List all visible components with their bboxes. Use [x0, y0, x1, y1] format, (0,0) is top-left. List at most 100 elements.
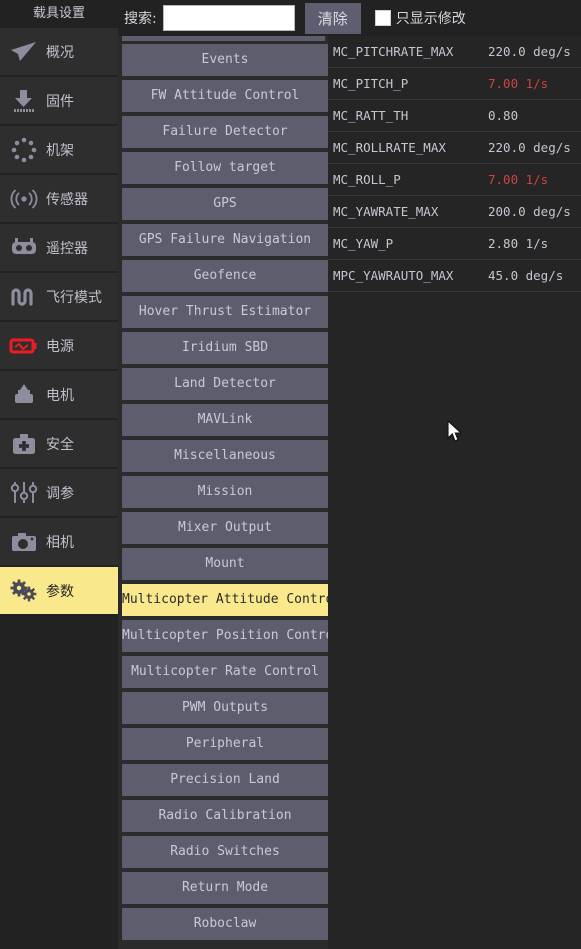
sidebar-item-label: 电机	[46, 387, 74, 404]
parameter-name: MC_PITCHRATE_MAX	[333, 44, 454, 59]
sidebar-item-label: 传感器	[46, 191, 88, 208]
parameter-row[interactable]: MC_YAWRATE_MAX 200.0 deg/s	[328, 196, 581, 228]
sidebar-item-2[interactable]: 固件	[0, 77, 118, 124]
flightmode-icon	[6, 280, 42, 314]
search-input[interactable]	[162, 5, 295, 31]
parameter-row[interactable]: MC_ROLL_P 7.00 1/s	[328, 164, 581, 196]
parameter-group-item[interactable]: Geofence	[122, 260, 328, 292]
motor-icon	[15, 383, 33, 403]
sidebar-item-4[interactable]: 传感器	[0, 175, 118, 222]
gears-icon	[6, 574, 42, 608]
flightmode-icon	[11, 287, 33, 306]
parameter-row[interactable]: MC_YAW_P 2.80 1/s	[328, 228, 581, 260]
camera-icon	[6, 525, 42, 559]
parameter-name: MPC_YAWRAUTO_MAX	[333, 268, 454, 283]
sidebar-item-7[interactable]: 电源	[0, 322, 118, 369]
parameter-row[interactable]: MC_RATT_TH 0.80	[328, 100, 581, 132]
show-modified-checkbox-group[interactable]: 只显示修改	[374, 8, 466, 28]
airframe-icon	[11, 137, 37, 162]
sidebar-item-5[interactable]: 遥控器	[0, 224, 118, 271]
sidebar-item-list: 概况固件机架传感器遥控器飞行模式电源电机安全调参相机参数	[0, 28, 118, 614]
camera-icon	[12, 532, 36, 551]
sidebar-item-label: 遥控器	[46, 240, 88, 257]
parameter-group-item[interactable]: Hover Thrust Estimator	[122, 296, 328, 328]
parameter-name: MC_YAWRATE_MAX	[333, 204, 439, 219]
parameter-group-item[interactable]: MAVLink	[122, 404, 328, 436]
parameter-group-list: Events FW Attitude Control Failure Detecto…	[122, 44, 328, 944]
parameter-group-item[interactable]: Mixer Output	[122, 512, 328, 544]
motor-icon	[6, 378, 42, 412]
parameter-group-item[interactable]: Roboclaw	[122, 908, 328, 940]
search-label: 搜索:	[124, 11, 157, 27]
sidebar-item-label: 概况	[46, 44, 74, 61]
parameter-group-item[interactable]: Land Detector	[122, 368, 328, 400]
sidebar-item-label: 固件	[46, 93, 74, 110]
parameter-group-item[interactable]: Mission	[122, 476, 328, 508]
airframe-icon	[6, 133, 42, 167]
sidebar-item-12[interactable]: 参数	[0, 567, 118, 614]
parameter-value: 220.0 deg/s	[488, 140, 571, 155]
parameter-name: MC_RATT_TH	[333, 108, 409, 123]
parameter-toolbar: 搜索: 清除 只显示修改	[118, 0, 581, 36]
parameter-group-item[interactable]: Multicopter Position Control	[122, 620, 328, 652]
parameter-value: 200.0 deg/s	[488, 204, 571, 219]
sidebar-item-1[interactable]: 概况	[0, 28, 118, 75]
sidebar-item-label: 相机	[46, 534, 74, 551]
sidebar-item-label: 飞行模式	[46, 289, 102, 306]
sidebar-item-label: 电源	[46, 338, 74, 355]
sidebar-item-10[interactable]: 调参	[0, 469, 118, 516]
sidebar-title: 载具设置	[0, 0, 118, 28]
show-modified-checkbox[interactable]	[374, 10, 391, 26]
parameter-group-item[interactable]: Multicopter Attitude Control	[122, 584, 328, 616]
qgroundcontrol-parameters-screen: 载具设置 概况固件机架传感器遥控器飞行模式电源电机安全调参相机参数 Events…	[0, 0, 581, 949]
sidebar-item-9[interactable]: 安全	[0, 420, 118, 467]
parameter-group-item[interactable]: Failure Detector	[122, 116, 328, 148]
parameter-row[interactable]: MC_ROLLRATE_MAX 220.0 deg/s	[328, 132, 581, 164]
parameter-group-item[interactable]: GPS	[122, 188, 328, 220]
radio-icon	[12, 237, 36, 254]
parameter-group-item[interactable]: Radio Switches	[122, 836, 328, 868]
parameter-name: MC_ROLL_P	[333, 172, 401, 187]
plane-icon	[11, 41, 36, 61]
parameter-value: 7.00 1/s	[488, 76, 549, 91]
parameter-value: 0.80	[488, 108, 519, 123]
sidebar-item-6[interactable]: 飞行模式	[0, 273, 118, 320]
parameter-group-item[interactable]: Iridium SBD	[122, 332, 328, 364]
tuning-icon	[6, 476, 42, 510]
parameter-row[interactable]: MPC_YAWRAUTO_MAX 45.0 deg/s	[328, 260, 581, 292]
sidebar-item-11[interactable]: 相机	[0, 518, 118, 565]
safety-icon	[13, 433, 35, 454]
battery-icon	[9, 338, 37, 353]
parameter-group-item[interactable]: PWM Outputs	[122, 692, 328, 724]
sidebar-item-3[interactable]: 机架	[0, 126, 118, 173]
sensor-icon	[6, 182, 42, 216]
parameter-value: 2.80 1/s	[488, 236, 549, 251]
parameter-group-item[interactable]: GPS Failure Navigation	[122, 224, 328, 256]
parameter-group-item[interactable]: Peripheral	[122, 728, 328, 760]
parameter-group-item[interactable]: Precision Land	[122, 764, 328, 796]
sidebar-item-8[interactable]: 电机	[0, 371, 118, 418]
parameter-group-item[interactable]: FW Attitude Control	[122, 80, 328, 112]
parameter-group-column: Events FW Attitude Control Failure Detecto…	[118, 0, 328, 949]
parameter-group-item[interactable]: Follow target	[122, 152, 328, 184]
download-icon	[6, 84, 42, 118]
parameter-group-item[interactable]: Radio Calibration	[122, 800, 328, 832]
parameter-group-item[interactable]: Mount	[122, 548, 328, 580]
parameter-group-item[interactable]: Events	[122, 44, 328, 76]
parameter-group-item[interactable]: Return Mode	[122, 872, 328, 904]
group-horizontal-scrollbar[interactable]	[122, 36, 325, 41]
parameter-value: 7.00 1/s	[488, 172, 549, 187]
parameter-row[interactable]: MC_PITCHRATE_MAX 220.0 deg/s	[328, 36, 581, 68]
parameter-row[interactable]: MC_PITCH_P 7.00 1/s	[328, 68, 581, 100]
parameter-value: 220.0 deg/s	[488, 44, 571, 59]
sidebar-item-label: 安全	[46, 436, 74, 453]
clear-button[interactable]: 清除	[304, 2, 361, 34]
parameter-group-item[interactable]: Miscellaneous	[122, 440, 328, 472]
battery-icon	[6, 329, 42, 363]
sidebar-item-label: 机架	[46, 142, 74, 159]
parameter-name: MC_ROLLRATE_MAX	[333, 140, 446, 155]
download-icon	[14, 89, 34, 112]
gears-icon	[10, 579, 37, 601]
radio-icon	[6, 231, 42, 265]
parameter-group-item[interactable]: Multicopter Rate Control	[122, 656, 328, 688]
